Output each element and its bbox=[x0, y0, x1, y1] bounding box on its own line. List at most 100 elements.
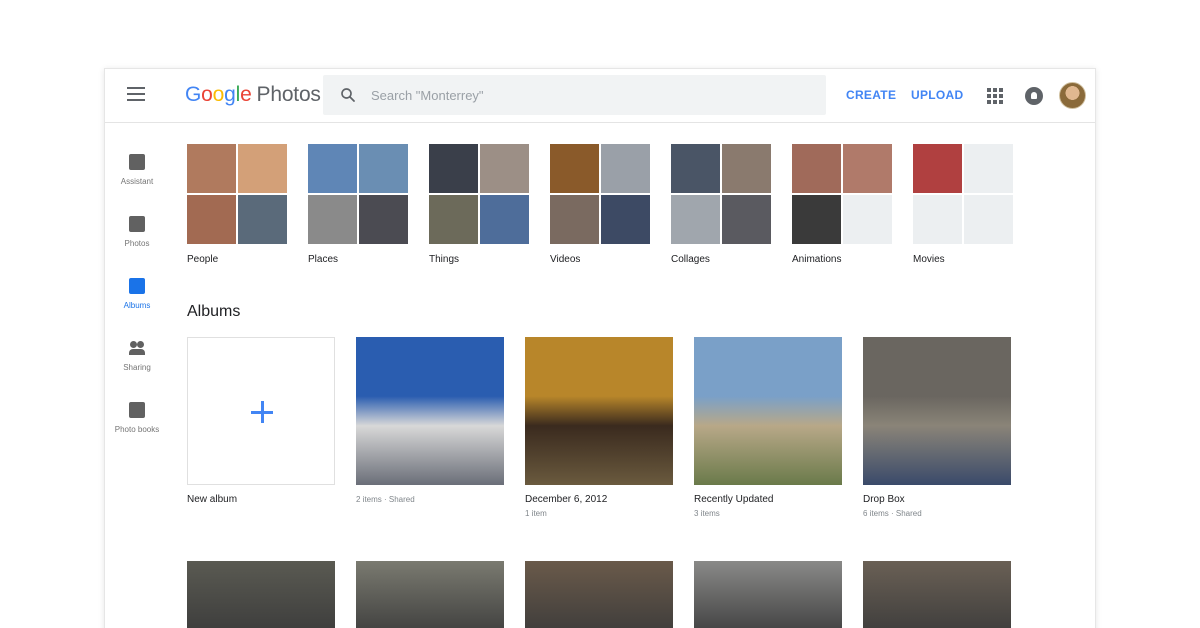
thumbnail bbox=[792, 195, 841, 244]
create-button[interactable]: CREATE bbox=[846, 88, 896, 102]
category-thumbnail-grid bbox=[671, 144, 771, 244]
album-title: Drop Box bbox=[863, 494, 905, 505]
category-label: Collages bbox=[671, 254, 710, 265]
album-cover[interactable] bbox=[694, 561, 842, 628]
album-meta: 1 item bbox=[525, 509, 547, 518]
thumbnail bbox=[550, 144, 599, 193]
category-collages[interactable]: Collages bbox=[671, 144, 771, 265]
sidebar-item-label: Photos bbox=[124, 239, 150, 248]
search-icon[interactable] bbox=[339, 86, 357, 104]
top-app-bar: GooglePhotos CREATE UPLOAD bbox=[105, 69, 1095, 123]
thumbnail bbox=[308, 144, 357, 193]
google-photos-window: GooglePhotos CREATE UPLOAD Assistant bbox=[104, 68, 1096, 628]
category-label: Things bbox=[429, 254, 460, 265]
account-avatar[interactable] bbox=[1059, 82, 1086, 109]
sidebar-item-label: Assistant bbox=[120, 177, 154, 186]
sidebar-item-assistant[interactable]: Assistant bbox=[105, 154, 169, 204]
album-card[interactable]: Recently Updated 3 items bbox=[694, 337, 842, 518]
album-cover[interactable] bbox=[525, 337, 673, 485]
album-meta: 3 items bbox=[694, 509, 720, 518]
category-things[interactable]: Things bbox=[429, 144, 529, 265]
album-cover[interactable] bbox=[525, 561, 673, 628]
category-people[interactable]: People bbox=[187, 144, 287, 265]
sidebar-item-photo-books[interactable]: Photo books bbox=[105, 402, 169, 452]
logo-letter: o bbox=[212, 83, 225, 106]
sidebar-item-label: Albums bbox=[123, 301, 151, 310]
thumbnail bbox=[964, 195, 1013, 244]
sidebar-item-label: Sharing bbox=[123, 363, 151, 372]
thumbnail bbox=[359, 144, 408, 193]
photo-icon bbox=[129, 216, 145, 232]
thumbnail bbox=[480, 195, 529, 244]
thumbnail bbox=[359, 195, 408, 244]
thumbnail bbox=[187, 195, 236, 244]
menu-icon[interactable] bbox=[127, 87, 145, 101]
album-card[interactable]: December 6, 2012 1 item bbox=[525, 337, 673, 518]
thumbnail bbox=[843, 144, 892, 193]
section-title: Albums bbox=[187, 303, 241, 320]
sidebar-item-albums[interactable]: Albums bbox=[105, 278, 169, 328]
category-thumbnail-grid bbox=[187, 144, 287, 244]
album-cover[interactable] bbox=[187, 561, 335, 628]
album-cover[interactable] bbox=[356, 561, 504, 628]
thumbnail bbox=[601, 144, 650, 193]
album-title: New album bbox=[187, 494, 238, 505]
search-bar[interactable] bbox=[323, 75, 826, 115]
notifications-icon[interactable] bbox=[1025, 87, 1043, 105]
google-photos-logo[interactable]: Google Photos bbox=[185, 83, 321, 107]
album-card[interactable]: Drop Box 6 items · Shared bbox=[863, 337, 1011, 518]
album-cover[interactable] bbox=[694, 337, 842, 485]
thumbnail bbox=[671, 144, 720, 193]
people-icon bbox=[129, 340, 145, 356]
assistant-icon bbox=[129, 154, 145, 170]
album-meta: 6 items · Shared bbox=[863, 509, 922, 518]
thumbnail bbox=[429, 195, 478, 244]
category-videos[interactable]: Videos bbox=[550, 144, 650, 265]
thumbnail bbox=[964, 144, 1013, 193]
thumbnail bbox=[843, 195, 892, 244]
category-thumbnail-grid bbox=[429, 144, 529, 244]
thumbnail bbox=[550, 195, 599, 244]
sidebar-item-sharing[interactable]: Sharing bbox=[105, 340, 169, 390]
album-card[interactable]: 2 items · Shared bbox=[356, 337, 504, 504]
new-album-card[interactable]: New album bbox=[187, 337, 335, 505]
album-title: December 6, 2012 bbox=[525, 494, 608, 505]
thumbnail bbox=[238, 195, 287, 244]
logo-product-name: Photos bbox=[256, 83, 321, 106]
thumbnail bbox=[792, 144, 841, 193]
new-album-tile[interactable] bbox=[187, 337, 335, 485]
logo-letter: g bbox=[224, 83, 236, 106]
thumbnail bbox=[913, 195, 962, 244]
album-meta: 2 items · Shared bbox=[356, 495, 415, 504]
plus-icon bbox=[251, 401, 273, 423]
thumbnail bbox=[480, 144, 529, 193]
logo-letter: e bbox=[240, 83, 252, 106]
thumbnail bbox=[429, 144, 478, 193]
category-label: Movies bbox=[913, 254, 945, 265]
category-thumbnail-grid bbox=[792, 144, 892, 244]
upload-button[interactable]: UPLOAD bbox=[911, 88, 963, 102]
thumbnail bbox=[913, 144, 962, 193]
category-thumbnail-grid bbox=[913, 144, 1013, 244]
category-label: People bbox=[187, 254, 219, 265]
album-cover[interactable] bbox=[863, 561, 1011, 628]
thumbnail bbox=[722, 195, 771, 244]
album-cover[interactable] bbox=[863, 337, 1011, 485]
category-thumbnail-grid bbox=[550, 144, 650, 244]
sidebar-item-label: Photo books bbox=[114, 425, 160, 434]
search-input[interactable] bbox=[371, 75, 811, 115]
category-label: Animations bbox=[792, 254, 842, 265]
category-thumbnail-grid bbox=[308, 144, 408, 244]
category-movies[interactable]: Movies bbox=[913, 144, 1013, 265]
thumbnail bbox=[308, 195, 357, 244]
category-places[interactable]: Places bbox=[308, 144, 408, 265]
thumbnail bbox=[601, 195, 650, 244]
album-icon bbox=[129, 278, 145, 294]
album-cover[interactable] bbox=[356, 337, 504, 485]
category-label: Videos bbox=[550, 254, 581, 265]
book-icon bbox=[129, 402, 145, 418]
category-animations[interactable]: Animations bbox=[792, 144, 892, 265]
thumbnail bbox=[238, 144, 287, 193]
sidebar-item-photos[interactable]: Photos bbox=[105, 216, 169, 266]
apps-grid-icon[interactable] bbox=[987, 88, 1003, 104]
